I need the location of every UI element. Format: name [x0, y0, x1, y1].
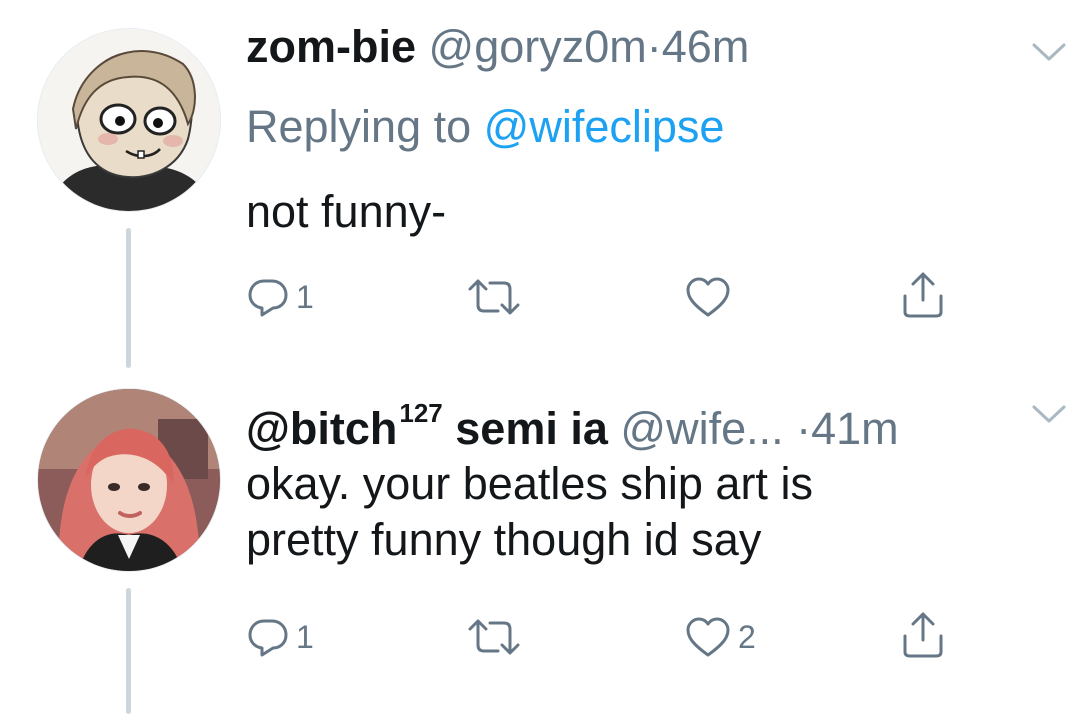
- share-button[interactable]: [900, 270, 946, 320]
- retweet-button[interactable]: [466, 612, 528, 662]
- tweet-header: @bitch127 semi ia @wife... ·41m: [246, 386, 899, 456]
- separator-dot: ·: [646, 21, 662, 72]
- heart-icon: [686, 277, 730, 317]
- display-name-main: @bitch: [246, 403, 398, 454]
- tweet-text: not funny-: [246, 186, 447, 237]
- tweet[interactable]: zom-bie @goryz0m·46m Replying to @wifecl…: [0, 0, 1082, 360]
- retweet-icon: [468, 279, 520, 315]
- retweet-button[interactable]: [466, 272, 528, 322]
- replying-prefix: Replying to: [246, 101, 472, 152]
- display-name[interactable]: @bitch127 semi ia: [246, 398, 608, 454]
- chevron-down-icon[interactable]: [1030, 40, 1068, 64]
- heart-icon: [686, 617, 730, 657]
- separator-dot: ·: [796, 403, 812, 454]
- avatar-illustration: [38, 29, 220, 211]
- display-name[interactable]: zom-bie: [246, 21, 416, 72]
- tweet-text: okay. your beatles ship art is pretty fu…: [246, 458, 813, 565]
- tweet-header: zom-bie @goryz0m·46m: [246, 20, 749, 74]
- reply-count: 1: [296, 619, 314, 655]
- share-button[interactable]: [900, 610, 946, 660]
- reply-icon: [248, 619, 288, 657]
- username-handle[interactable]: @wife...: [620, 403, 783, 454]
- replying-to: Replying to @wifeclipse: [246, 100, 724, 154]
- share-icon: [903, 612, 943, 658]
- reply-icon: [248, 279, 288, 317]
- display-name-superscript: 127: [399, 398, 443, 428]
- reply-button[interactable]: 1: [246, 612, 314, 662]
- replying-mention-link[interactable]: @wifeclipse: [484, 101, 725, 152]
- display-name-suffix: semi ia: [442, 403, 608, 454]
- like-button[interactable]: 2: [684, 612, 756, 662]
- chevron-down-icon[interactable]: [1030, 402, 1068, 426]
- tweet[interactable]: @bitch127 semi ia @wife... ·41m okay. yo…: [0, 370, 1082, 714]
- reply-count: 1: [296, 279, 314, 315]
- timestamp[interactable]: 41m: [811, 403, 899, 454]
- timestamp[interactable]: 46m: [662, 21, 750, 72]
- like-button[interactable]: [684, 272, 738, 322]
- avatar-photo: [38, 389, 220, 571]
- username-handle[interactable]: @goryz0m: [429, 21, 647, 72]
- share-icon: [903, 272, 943, 318]
- like-count: 2: [738, 619, 756, 655]
- avatar[interactable]: [37, 28, 221, 212]
- reply-button[interactable]: 1: [246, 272, 314, 322]
- avatar[interactable]: [37, 388, 221, 572]
- retweet-icon: [468, 619, 520, 655]
